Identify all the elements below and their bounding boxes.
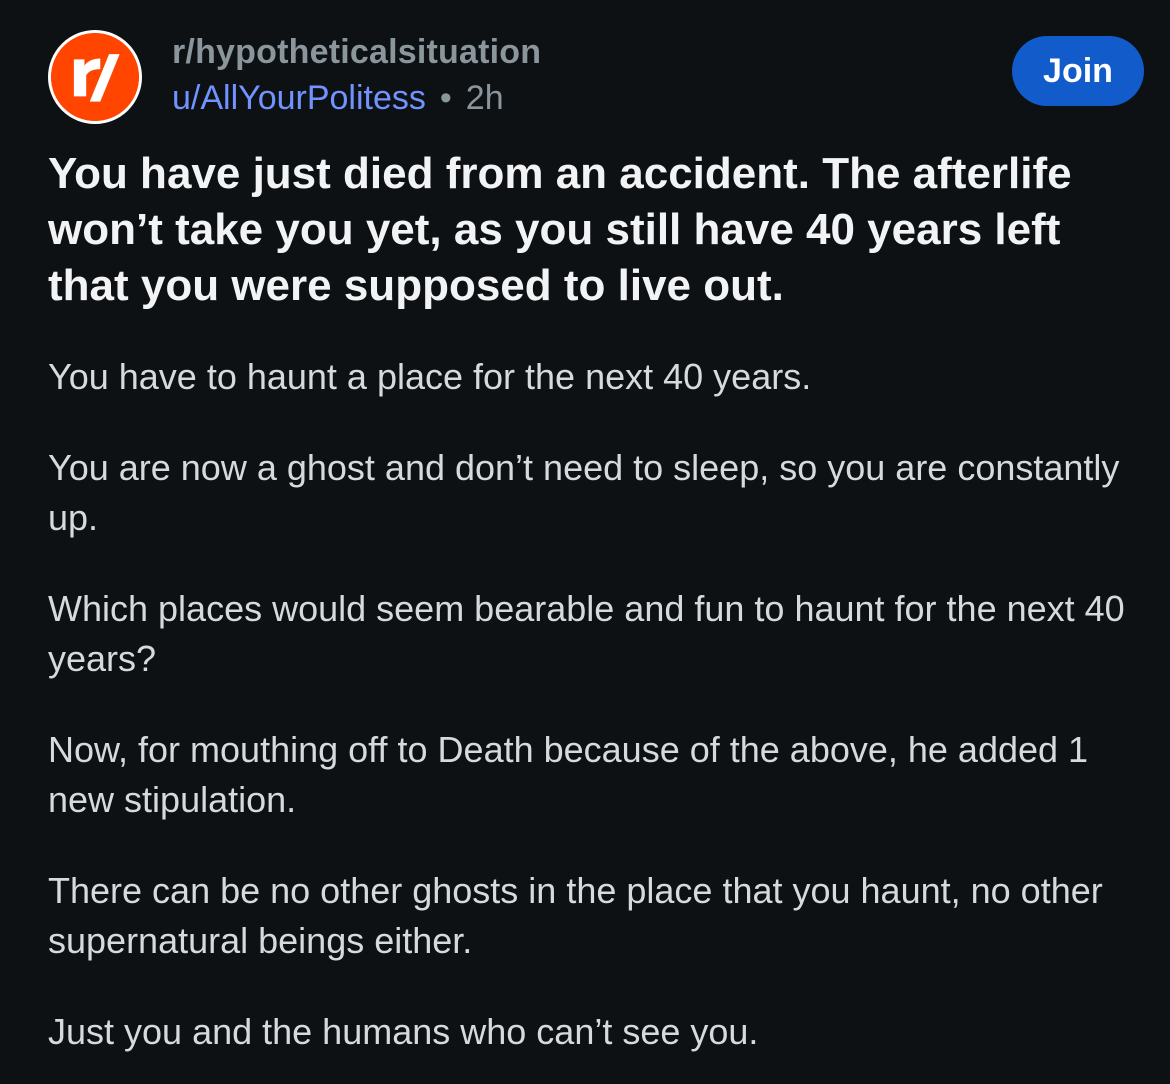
body-paragraph: Which places would seem bearable and fun… xyxy=(48,588,1125,679)
separator-dot: • xyxy=(439,79,452,117)
reddit-r-slash-icon xyxy=(51,33,139,121)
subreddit-avatar-icon[interactable] xyxy=(48,30,142,124)
author-username[interactable]: u/AllYourPolitess xyxy=(172,79,426,117)
body-paragraph: You have to haunt a place for the next 4… xyxy=(48,356,812,397)
body-paragraph: Now, for mouthing off to Death because o… xyxy=(48,729,1089,820)
post-age: 2h xyxy=(465,79,504,117)
body-paragraph: There can be no other ghosts in the plac… xyxy=(48,870,1103,961)
post-meta: r/hypotheticalsituation u/AllYourPolites… xyxy=(172,32,541,118)
body-paragraph: You are now a ghost and don’t need to sl… xyxy=(48,447,1120,538)
post-body: You have to haunt a place for the next 4… xyxy=(48,352,1128,1084)
author-line: u/AllYourPolitess • 2h xyxy=(172,78,541,118)
subreddit-name[interactable]: r/hypotheticalsituation xyxy=(172,32,541,72)
body-paragraph: Just you and the humans who can’t see yo… xyxy=(48,1011,759,1052)
join-button[interactable]: Join xyxy=(1012,36,1144,106)
post-title[interactable]: You have just died from an accident. The… xyxy=(48,146,1128,314)
post-header: r/hypotheticalsituation u/AllYourPolites… xyxy=(48,28,1148,128)
post: r/hypotheticalsituation u/AllYourPolites… xyxy=(0,0,1170,1084)
